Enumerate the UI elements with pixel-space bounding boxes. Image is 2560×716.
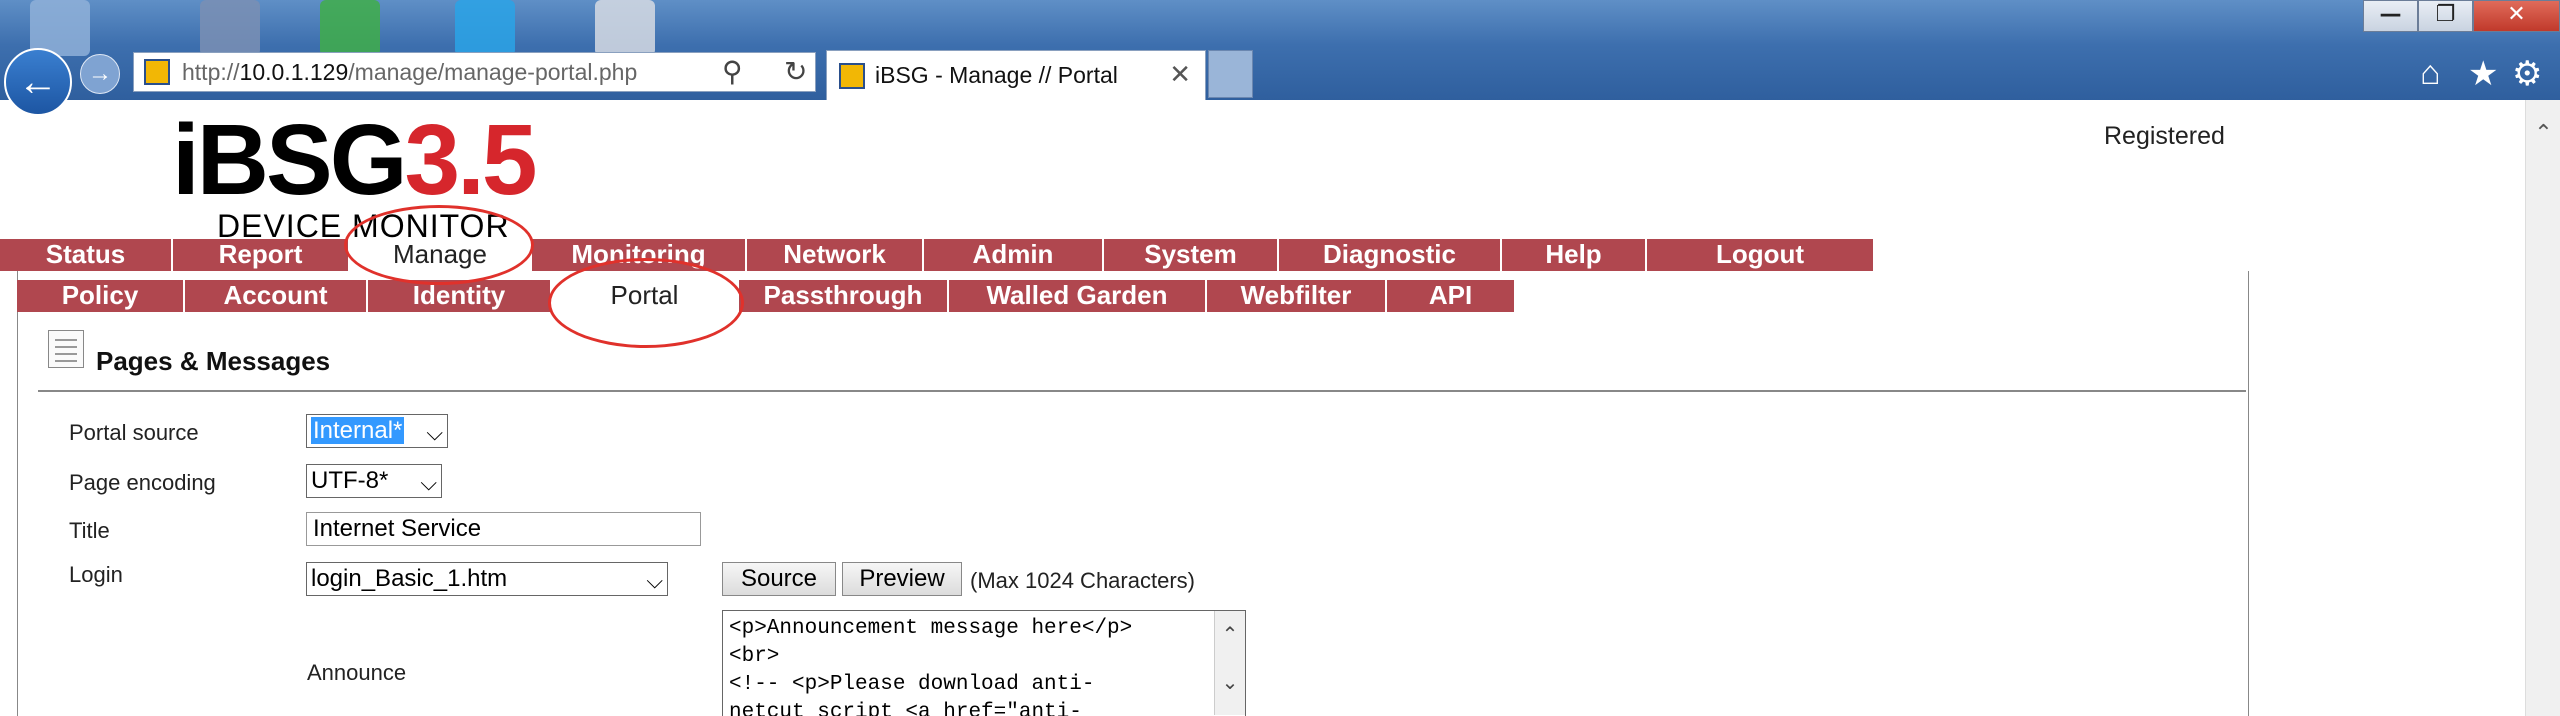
menu-help[interactable]: Help — [1502, 239, 1647, 271]
sub-menu: Policy Account Identity Portal Passthrou… — [17, 280, 1514, 312]
title-label: Title — [69, 518, 110, 543]
page-content: iBSG3.5 DEVICE MONITOR Registered Status… — [0, 100, 2525, 716]
forward-button[interactable]: → — [80, 54, 120, 94]
chevron-down-icon: ⌵ — [420, 470, 437, 495]
menu-admin[interactable]: Admin — [924, 239, 1104, 271]
menu-network[interactable]: Network — [747, 239, 924, 271]
submenu-account[interactable]: Account — [185, 280, 368, 312]
menu-report[interactable]: Report — [173, 239, 350, 271]
submenu-passthrough[interactable]: Passthrough — [739, 280, 949, 312]
submenu-portal[interactable]: Portal — [552, 280, 739, 312]
main-menu: Status Report Manage Monitoring Network … — [0, 239, 1873, 271]
submenu-identity[interactable]: Identity — [368, 280, 552, 312]
source-button[interactable]: Source — [722, 562, 836, 596]
section-title: Pages & Messages — [96, 346, 331, 376]
menu-logout[interactable]: Logout — [1647, 239, 1873, 271]
preview-button[interactable]: Preview — [842, 562, 962, 596]
logo-version: 3.5 — [404, 104, 537, 216]
chevron-down-icon: ⌵ — [646, 568, 663, 593]
address-bar[interactable]: http://10.0.1.129/manage/manage-portal.p… — [133, 52, 816, 92]
portal-source-label: Portal source — [69, 420, 199, 445]
max-characters-note: (Max 1024 Characters) — [970, 568, 1195, 593]
chevron-down-icon: ⌄ — [1221, 672, 1239, 694]
submenu-walled-garden[interactable]: Walled Garden — [949, 280, 1207, 312]
ibsg-logo: iBSG3.5 DEVICE MONITOR — [172, 110, 552, 245]
close-window-button[interactable]: ✕ — [2473, 0, 2560, 32]
announce-label: Announce — [307, 660, 407, 685]
refresh-icon[interactable]: ↻ — [784, 55, 807, 88]
login-value: login_Basic_1.htm — [311, 565, 508, 592]
back-button[interactable]: ← — [4, 48, 72, 116]
browser-tab-active[interactable]: iBSG - Manage // Portal ✕ — [826, 50, 1206, 100]
submenu-policy[interactable]: Policy — [17, 280, 185, 312]
logo-main: iBSG — [172, 104, 407, 216]
tab-close-icon[interactable]: ✕ — [1169, 59, 1191, 90]
login-label: Login — [69, 562, 123, 587]
title-input[interactable]: Internet Service — [306, 512, 701, 546]
submenu-api[interactable]: API — [1387, 280, 1514, 312]
menu-status[interactable]: Status — [0, 239, 173, 271]
chevron-up-icon: ⌃ — [1221, 624, 1239, 646]
address-url: http://10.0.1.129/manage/manage-portal.p… — [182, 59, 638, 85]
portal-source-select[interactable]: Internal* ⌵ — [306, 414, 448, 448]
pages-messages-icon — [48, 330, 84, 368]
tab-title: iBSG - Manage // Portal — [875, 62, 1118, 88]
favorites-star-icon[interactable]: ★ — [2468, 54, 2498, 94]
menu-system[interactable]: System — [1104, 239, 1279, 271]
minimize-button[interactable]: — — [2363, 0, 2418, 32]
forward-arrow-icon: → — [88, 60, 112, 87]
home-icon[interactable]: ⌂ — [2420, 54, 2441, 93]
menu-manage[interactable]: Manage — [350, 239, 532, 271]
portal-source-value: Internal* — [311, 417, 405, 444]
page-encoding-select[interactable]: UTF-8* ⌵ — [306, 464, 442, 498]
menu-monitoring[interactable]: Monitoring — [532, 239, 747, 271]
chevron-down-icon: ⌵ — [426, 420, 443, 445]
search-icon[interactable]: ⚲ — [722, 55, 743, 88]
login-select[interactable]: login_Basic_1.htm ⌵ — [306, 562, 668, 596]
back-arrow-icon: ← — [18, 59, 58, 104]
announce-scrollbar[interactable]: ⌃ ⌄ — [1214, 611, 1245, 715]
submenu-webfilter[interactable]: Webfilter — [1207, 280, 1387, 312]
menu-diagnostic[interactable]: Diagnostic — [1279, 239, 1502, 271]
restore-button[interactable]: ❐ — [2418, 0, 2473, 32]
page-scrollbar[interactable]: ⌃ — [2525, 100, 2560, 716]
announce-textarea[interactable]: <p>Announcement message here</p> <br> <!… — [722, 610, 1246, 716]
settings-gear-icon[interactable]: ⚙ — [2512, 54, 2542, 94]
browser-chrome: — ❐ ✕ ← → http://10.0.1.129/manage/manag… — [0, 0, 2560, 116]
tab-favicon-icon — [839, 63, 865, 89]
section-divider — [38, 390, 2246, 392]
new-tab-button[interactable] — [1208, 50, 1253, 98]
registered-status: Registered — [2104, 122, 2225, 150]
scroll-up-icon[interactable]: ⌃ — [2526, 120, 2560, 146]
site-favicon-icon — [144, 59, 170, 85]
page-encoding-value: UTF-8* — [311, 467, 389, 494]
page-encoding-label: Page encoding — [69, 470, 216, 495]
